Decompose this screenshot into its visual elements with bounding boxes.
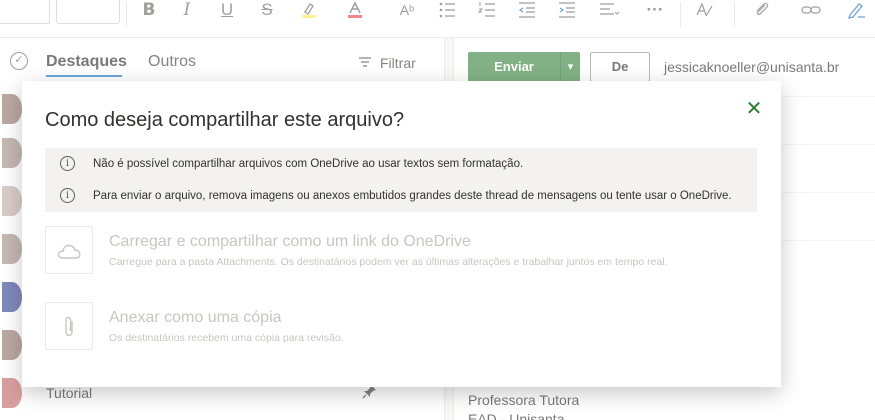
option-description: Carregue para a pasta Attachments. Os de… <box>109 256 668 268</box>
notice-text: Para enviar o arquivo, remova imagens ou… <box>93 190 732 202</box>
option-title: Anexar como uma cópia <box>109 309 282 326</box>
close-icon[interactable]: ✕ <box>743 98 765 120</box>
notice-row: i Não é possível compartilhar arquivos c… <box>45 148 757 180</box>
info-icon: i <box>60 188 75 203</box>
option-attach-copy[interactable]: Anexar como uma cópia Os destinatários r… <box>45 302 757 354</box>
option-onedrive-link[interactable]: Carregar e compartilhar como um link do … <box>45 226 757 278</box>
notice-text: Não é possível compartilhar arquivos com… <box>93 158 524 170</box>
dialog-title: Como deseja compartilhar este arquivo? <box>45 109 405 131</box>
cloud-icon <box>45 226 93 274</box>
info-icon: i <box>60 156 75 171</box>
paperclip-icon <box>45 302 93 350</box>
share-file-dialog: Como deseja compartilhar este arquivo? ✕… <box>22 81 781 387</box>
option-title: Carregar e compartilhar como um link do … <box>109 233 471 250</box>
notice-box: i Não é possível compartilhar arquivos c… <box>45 148 757 212</box>
notice-row: i Para enviar o arquivo, remova imagens … <box>45 180 757 212</box>
option-description: Os destinatários recebem uma cópia para … <box>109 332 344 344</box>
